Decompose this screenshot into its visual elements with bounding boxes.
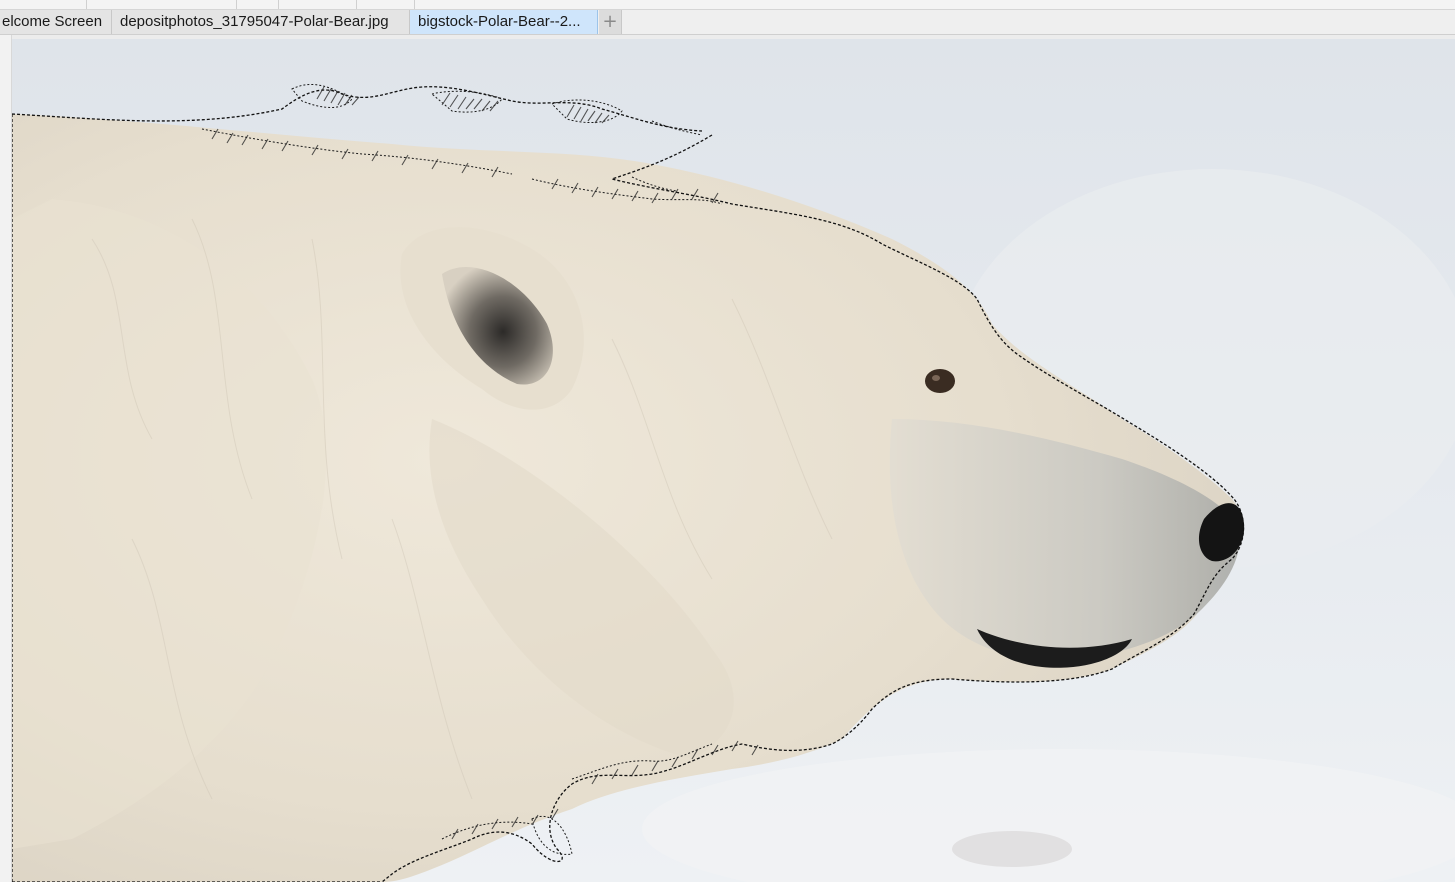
toolbar-separator [278, 0, 279, 9]
image-editor-window: elcome Screen depositphotos_31795047-Pol… [0, 0, 1455, 882]
polar-bear-photo [12, 39, 1455, 882]
tab-welcome-screen[interactable]: elcome Screen [0, 10, 112, 34]
document-tab-bar: elcome Screen depositphotos_31795047-Pol… [0, 10, 1455, 35]
tab-depositphotos-polar-bear[interactable]: depositphotos_31795047-Polar-Bear.jpg [112, 10, 410, 34]
toolbar-separator [236, 0, 237, 9]
tab-label: elcome Screen [2, 13, 103, 30]
plus-icon: + [602, 11, 618, 32]
toolbar-separator [86, 0, 87, 9]
toolbar-separator [356, 0, 357, 9]
image-canvas[interactable] [12, 39, 1455, 882]
workspace-left-margin [0, 35, 12, 882]
bear-eye [925, 369, 955, 393]
tab-label: depositphotos_31795047-Polar-Bear.jpg [120, 13, 389, 30]
toolbar-separator [414, 0, 415, 9]
toolbar-strip [0, 0, 1455, 10]
new-tab-button[interactable]: + [599, 10, 622, 34]
tab-bigstock-polar-bear[interactable]: bigstock-Polar-Bear--2... [410, 10, 598, 34]
tab-label: bigstock-Polar-Bear--2... [418, 13, 581, 30]
